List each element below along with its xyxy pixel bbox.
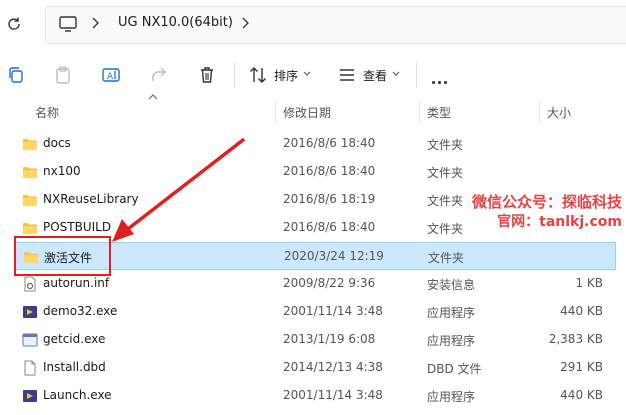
file-date-modified: 2016/8/6 18:19	[283, 192, 376, 206]
file-date-modified: 2001/11/14 3:48	[283, 388, 383, 402]
column-divider[interactable]	[275, 100, 276, 124]
watermark-line-1: 微信公众号：探临科技	[471, 193, 622, 211]
file-type: 安装信息	[427, 278, 476, 292]
toolbar-divider	[234, 62, 235, 88]
this-pc-icon[interactable]	[58, 15, 78, 33]
folder-icon	[22, 192, 38, 208]
app-icon	[22, 388, 38, 404]
file-row[interactable]: getcid.exe 2013/1/19 6:08 应用程序 2,383 KB	[14, 326, 616, 354]
file-name: Install.dbd	[43, 360, 106, 374]
breadcrumb-current-folder[interactable]: UG NX10.0(64bit)	[118, 15, 233, 30]
file-type: 应用程序	[427, 334, 476, 348]
share-icon[interactable]	[149, 65, 169, 85]
file-size: 440 KB	[560, 304, 603, 318]
app-icon	[22, 304, 38, 320]
file-type: 文件夹	[427, 166, 464, 180]
file-date-modified: 2009/8/22 9:36	[283, 276, 376, 290]
view-button[interactable]: 查看	[363, 67, 387, 84]
file-date-modified: 2016/8/6 18:40	[283, 220, 376, 234]
folder-icon	[22, 164, 38, 180]
file-type: 应用程序	[427, 306, 476, 320]
command-bar: A 排序 查看	[0, 50, 626, 100]
more-options-icon[interactable]	[432, 73, 450, 87]
file-type: 文件夹	[427, 194, 464, 208]
folder-icon	[22, 136, 38, 152]
settings-file-icon	[22, 276, 38, 292]
copy-icon[interactable]	[6, 65, 26, 85]
annotation-highlight-box	[14, 236, 111, 276]
chevron-right-icon[interactable]	[240, 16, 250, 30]
column-header-type[interactable]: 类型	[427, 104, 451, 121]
column-divider[interactable]	[539, 100, 540, 124]
file-size: 440 KB	[560, 388, 603, 402]
file-name: docs	[43, 136, 71, 150]
file-name: autorun.inf	[43, 276, 110, 290]
file-type: 文件夹	[427, 222, 464, 236]
file-name: demo32.exe	[43, 304, 118, 318]
file-name: Launch.exe	[43, 388, 112, 402]
file-row[interactable]: Launch.exe 2001/11/14 3:48 应用程序 440 KB	[14, 382, 616, 410]
file-type: 应用程序	[427, 390, 476, 404]
column-header-row: 名称 修改日期 类型 大小	[0, 100, 626, 124]
refresh-icon[interactable]	[6, 16, 22, 32]
rename-icon[interactable]: A	[101, 65, 121, 85]
folder-icon	[22, 220, 38, 236]
watermark: 微信公众号：探临科技 官网：tanlkj.com	[472, 192, 622, 232]
file-date-modified: 2016/8/6 18:40	[283, 136, 376, 150]
file-date-modified: 2001/11/14 3:48	[283, 304, 383, 318]
file-date-modified: 2014/12/13 4:38	[283, 360, 383, 374]
column-divider[interactable]	[419, 100, 420, 124]
file-row[interactable]: Install.dbd 2014/12/13 4:38 DBD 文件 291 KB	[14, 354, 616, 382]
file-size: 1 KB	[575, 276, 603, 290]
address-bar-area: UG NX10.0(64bit)	[0, 0, 626, 50]
delete-icon[interactable]	[197, 65, 217, 85]
file-size: 291 KB	[560, 360, 603, 374]
file-date-modified: 2020/3/24 12:19	[284, 249, 384, 263]
chevron-down-icon[interactable]	[392, 71, 400, 77]
file-name: NXReuseLibrary	[43, 192, 139, 206]
sort-button[interactable]: 排序	[274, 67, 298, 84]
file-name: getcid.exe	[43, 332, 106, 346]
toolbar-divider	[416, 62, 417, 88]
file-row[interactable]: demo32.exe 2001/11/14 3:48 应用程序 440 KB	[14, 298, 616, 326]
column-header-size[interactable]: 大小	[547, 104, 571, 121]
watermark-line-2: 官网：tanlkj.com	[497, 214, 622, 230]
file-type: 文件夹	[428, 251, 465, 265]
file-name: POSTBUILD	[43, 220, 112, 234]
column-header-date[interactable]: 修改日期	[283, 104, 331, 121]
file-date-modified: 2016/8/6 18:40	[283, 164, 376, 178]
file-type: DBD 文件	[427, 362, 482, 376]
chevron-right-icon[interactable]	[90, 16, 100, 30]
file-name: nx100	[43, 164, 81, 178]
file-row[interactable]: docs 2016/8/6 18:40 文件夹	[14, 130, 616, 158]
sort-icon[interactable]	[248, 65, 268, 85]
chevron-down-icon[interactable]	[303, 71, 311, 77]
file-date-modified: 2013/1/19 6:08	[283, 332, 376, 346]
svg-text:A: A	[107, 72, 114, 82]
view-icon[interactable]	[337, 65, 357, 85]
file-row[interactable]: nx100 2016/8/6 18:40 文件夹	[14, 158, 616, 186]
file-icon	[22, 360, 38, 376]
column-header-name[interactable]: 名称	[35, 104, 59, 121]
paste-icon[interactable]	[53, 65, 73, 85]
file-type: 文件夹	[427, 138, 464, 152]
file-size: 2,383 KB	[548, 332, 603, 346]
exe-icon	[22, 332, 38, 348]
